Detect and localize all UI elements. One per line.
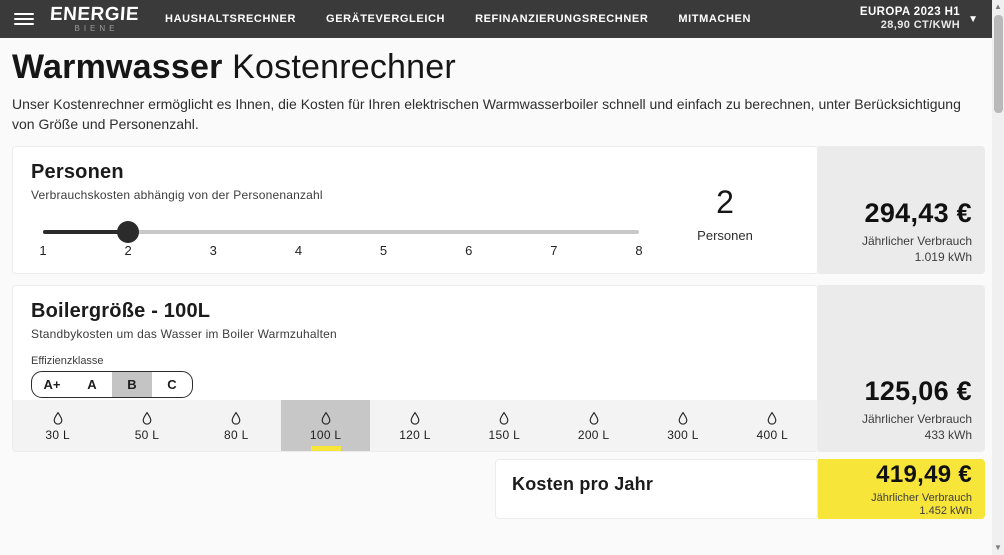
logo-text: ENERGIE — [49, 5, 139, 24]
boiler-size-120l[interactable]: 120 L — [370, 400, 459, 451]
boiler-size-label: 300 L — [667, 428, 699, 442]
boiler-cost-label: Jährlicher Verbrauch — [862, 412, 972, 426]
boiler-size-200l[interactable]: 200 L — [549, 400, 638, 451]
total-cost-kwh: 1.452 kWh — [919, 505, 972, 517]
persons-cost-amount: 294,43 € — [865, 198, 973, 229]
boiler-size-label: 400 L — [757, 428, 789, 442]
boiler-cost-amount: 125,06 € — [865, 376, 973, 407]
water-drop-icon — [407, 410, 423, 427]
boiler-size-300l[interactable]: 300 L — [638, 400, 727, 451]
total-title: Kosten pro Jahr — [512, 474, 653, 495]
nav-item-refinanzierungsrechner[interactable]: REFINANZIERUNGSRECHNER — [475, 13, 648, 25]
boiler-size-label: 150 L — [489, 428, 521, 442]
water-drop-icon — [764, 410, 780, 427]
efficiency-label: Effizienzklasse — [31, 355, 799, 367]
tariff-dropdown[interactable]: EUROPA 2023 H1 28,90 CT/KWH ▼ — [860, 5, 978, 33]
boiler-card: Boilergröße - 100L Standbykosten um das … — [12, 285, 818, 452]
slider-handle[interactable] — [117, 221, 139, 243]
scrollbar-thumb[interactable] — [994, 15, 1003, 113]
boiler-size-400l[interactable]: 400 L — [728, 400, 817, 451]
page-title-regular: Kostenrechner — [223, 48, 456, 86]
boiler-cost-kwh: 433 kWh — [925, 428, 972, 442]
slider-label-8[interactable]: 8 — [635, 243, 642, 258]
efficiency-option-a[interactable]: A — [72, 372, 112, 397]
persons-value: 2 — [655, 185, 795, 220]
efficiency-option-a-plus[interactable]: A+ — [32, 372, 72, 397]
persons-value-label: Personen — [655, 228, 795, 243]
water-drop-icon — [496, 410, 512, 427]
nav-item-mitmachen[interactable]: MITMACHEN — [678, 13, 751, 25]
slider-label-6[interactable]: 6 — [465, 243, 472, 258]
boiler-size-label: 200 L — [578, 428, 610, 442]
boiler-size-150l[interactable]: 150 L — [460, 400, 549, 451]
persons-readout: 2 Personen — [655, 185, 795, 243]
boiler-size-50l[interactable]: 50 L — [102, 400, 191, 451]
boiler-size-label: 80 L — [224, 428, 249, 442]
page-content: Warmwasser Kostenrechner Unser Kostenrec… — [0, 38, 992, 519]
page-title: Warmwasser Kostenrechner — [12, 48, 985, 87]
boiler-size-label: 120 L — [399, 428, 431, 442]
boiler-size-80l[interactable]: 80 L — [192, 400, 281, 451]
water-drop-icon — [675, 410, 691, 427]
persons-cost-label: Jährlicher Verbrauch — [862, 234, 972, 248]
vertical-scrollbar[interactable]: ▲ ▼ — [992, 0, 1004, 555]
water-drop-icon — [586, 410, 602, 427]
boiler-size-30l[interactable]: 30 L — [13, 400, 102, 451]
scroll-down-icon[interactable]: ▼ — [992, 543, 1004, 553]
total-section: Kosten pro Jahr 419,49 € Jährlicher Verb… — [12, 459, 985, 519]
boiler-size-label: 100 L — [310, 428, 342, 442]
persons-cost-kwh: 1.019 kWh — [915, 250, 972, 264]
tariff-region: EUROPA 2023 H1 — [860, 5, 960, 19]
boiler-title: Boilergröße - 100L — [31, 300, 799, 323]
nav-item-geraetevergleich[interactable]: GERÄTEVERGLEICH — [326, 13, 445, 25]
efficiency-selector: A+ A B C — [31, 371, 193, 398]
top-navbar: ENERGIE BIENE HAUSHALTSRECHNER GERÄTEVER… — [0, 0, 992, 38]
selected-size-indicator — [311, 446, 341, 451]
boiler-size-selector: 30 L 50 L 80 L 100 L 120 L — [13, 400, 817, 451]
total-cost-panel: 419,49 € Jährlicher Verbrauch 1.452 kWh — [818, 459, 985, 519]
page-title-bold: Warmwasser — [12, 48, 223, 86]
chevron-down-icon: ▼ — [968, 14, 978, 25]
slider-fill — [43, 230, 128, 234]
total-spacer — [12, 459, 495, 519]
water-drop-icon — [139, 410, 155, 427]
slider-label-5[interactable]: 5 — [380, 243, 387, 258]
hamburger-menu-icon[interactable] — [14, 13, 34, 25]
slider-track[interactable] — [43, 230, 639, 234]
water-drop-icon — [50, 410, 66, 427]
persons-title: Personen — [31, 161, 799, 184]
scroll-up-icon[interactable]: ▲ — [992, 2, 1004, 12]
water-drop-icon — [228, 410, 244, 427]
boiler-size-100l[interactable]: 100 L — [281, 400, 370, 451]
boiler-size-label: 50 L — [135, 428, 160, 442]
total-cost-amount: 419,49 € — [876, 461, 972, 489]
slider-label-7[interactable]: 7 — [550, 243, 557, 258]
persons-slider: 1 2 3 4 5 6 7 8 — [43, 230, 639, 259]
nav-item-haushaltsrechner[interactable]: HAUSHALTSRECHNER — [165, 13, 296, 25]
water-drop-icon — [318, 410, 334, 427]
slider-label-1[interactable]: 1 — [39, 243, 46, 258]
slider-labels: 1 2 3 4 5 6 7 8 — [43, 243, 639, 259]
total-card: Kosten pro Jahr — [495, 459, 818, 519]
boiler-subtitle: Standbykosten um das Wasser im Boiler Wa… — [31, 327, 799, 341]
total-cost-label: Jährlicher Verbrauch — [871, 492, 972, 504]
persons-section: Personen Verbrauchskosten abhängig von d… — [12, 146, 985, 274]
logo[interactable]: ENERGIE BIENE — [50, 5, 139, 33]
persons-card: Personen Verbrauchskosten abhängig von d… — [12, 146, 818, 274]
efficiency-option-b[interactable]: B — [112, 372, 152, 397]
page-description: Unser Kostenrechner ermöglicht es Ihnen,… — [12, 94, 977, 135]
nav-menu: HAUSHALTSRECHNER GERÄTEVERGLEICH REFINAN… — [165, 13, 751, 25]
logo-subtext: BIENE — [75, 25, 119, 33]
persons-cost-panel: 294,43 € Jährlicher Verbrauch 1.019 kWh — [818, 146, 985, 274]
slider-label-2[interactable]: 2 — [125, 243, 132, 258]
boiler-cost-panel: 125,06 € Jährlicher Verbrauch 433 kWh — [818, 285, 985, 452]
slider-label-4[interactable]: 4 — [295, 243, 302, 258]
boiler-section: Boilergröße - 100L Standbykosten um das … — [12, 285, 985, 452]
slider-label-3[interactable]: 3 — [210, 243, 217, 258]
tariff-price: 28,90 CT/KWH — [860, 19, 960, 33]
efficiency-option-c[interactable]: C — [152, 372, 192, 397]
boiler-size-label: 30 L — [45, 428, 70, 442]
